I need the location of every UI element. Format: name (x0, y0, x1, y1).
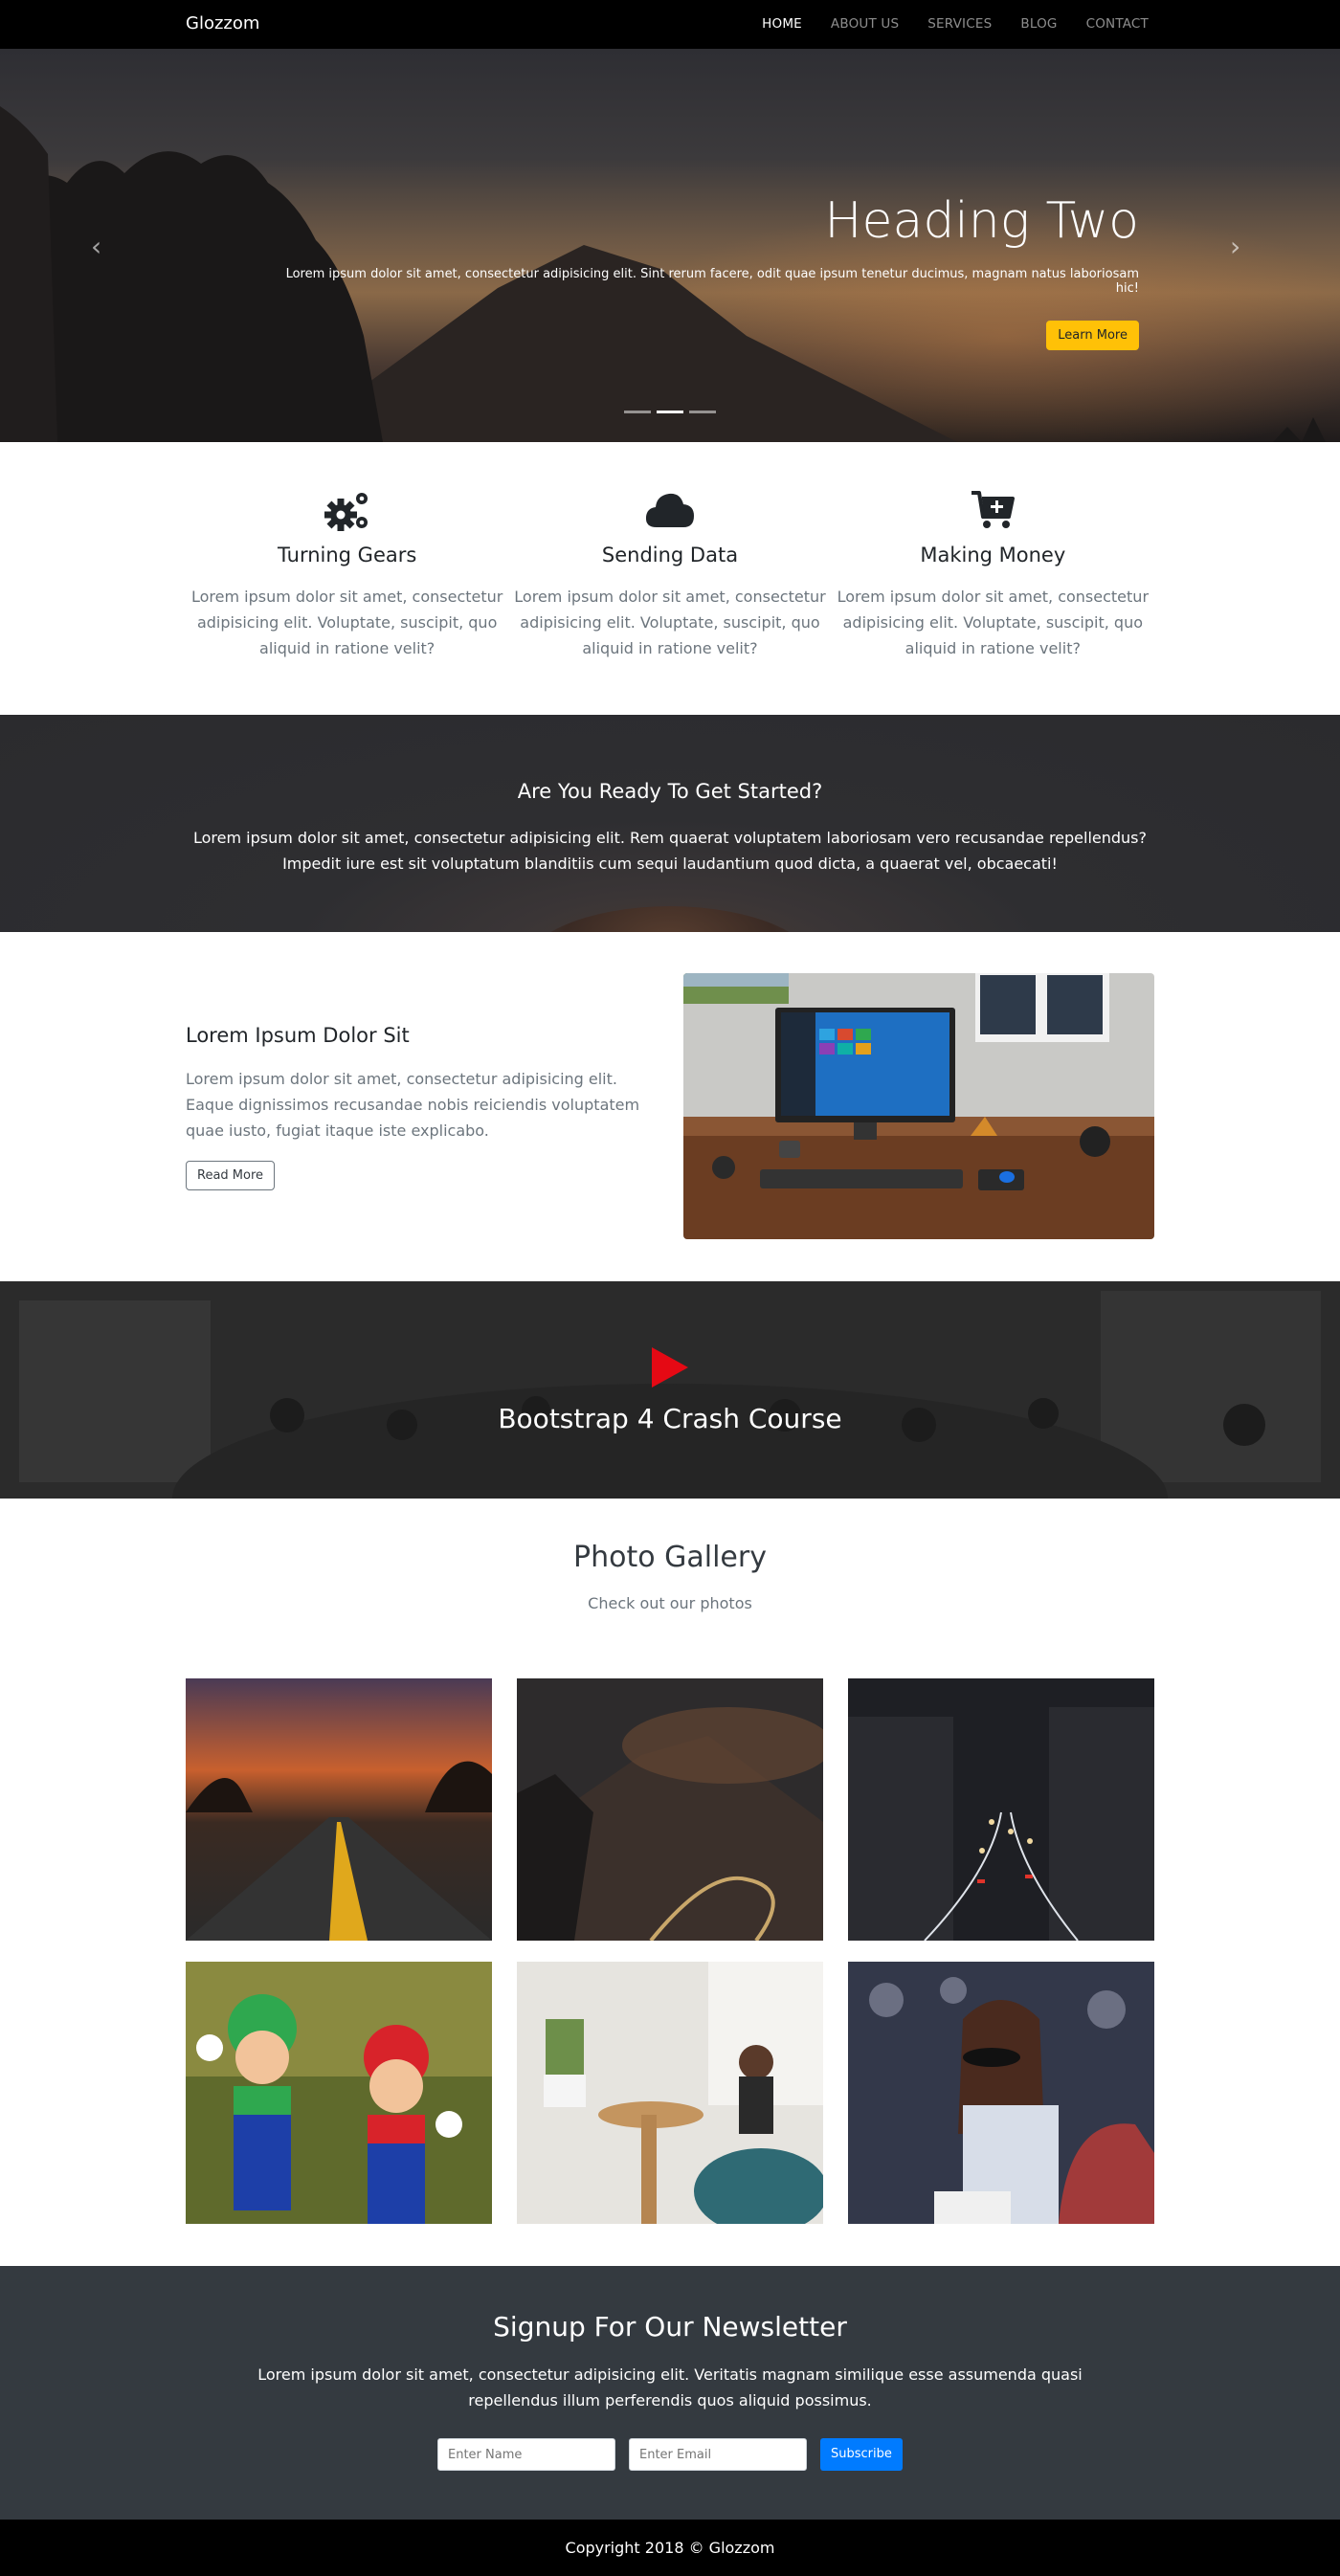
learn-more-button[interactable]: Learn More (1046, 321, 1139, 350)
gallery-photo-city-traffic[interactable] (848, 1678, 1154, 1941)
gallery-photo-woman-reading[interactable] (517, 1962, 823, 2224)
gallery-photo-mario-luigi[interactable] (186, 1962, 492, 2224)
footer: Copyright 2018 © Glozzom (0, 2520, 1340, 2576)
nav-link-contact[interactable]: CONTACT (1086, 16, 1149, 32)
info-section: Lorem Ipsum Dolor Sit Lorem ipsum dolor … (0, 932, 1340, 1281)
gallery-photo-woman-coffee[interactable] (848, 1962, 1154, 2224)
newsletter-section: Signup For Our Newsletter Lorem ipsum do… (0, 2266, 1340, 2520)
copyright-text: Copyright 2018 © Glozzom (565, 2539, 775, 2557)
carousel-prev-icon[interactable]: ‹ (91, 231, 101, 262)
hero-caption: Heading Two Lorem ipsum dolor sit amet, … (278, 192, 1139, 350)
video-section: Bootstrap 4 Crash Course (0, 1281, 1340, 1499)
get-started-section: Are You Ready To Get Started? Lorem ipsu… (0, 715, 1340, 932)
feature-text: Lorem ipsum dolor sit amet, consectetur … (190, 588, 503, 657)
nav-link-services[interactable]: SERVICES (927, 16, 992, 32)
carousel-indicators (624, 411, 716, 413)
nav-link-blog[interactable]: BLOG (1020, 16, 1057, 32)
gallery-photo-road-sunset[interactable] (186, 1678, 492, 1941)
gallery-title: Photo Gallery (573, 1541, 767, 1574)
cloud-icon (508, 488, 831, 532)
info-title: Lorem Ipsum Dolor Sit (186, 1024, 410, 1047)
cta-text: Lorem ipsum dolor sit amet, consectetur … (192, 829, 1148, 873)
read-more-button[interactable]: Read More (186, 1161, 276, 1190)
brand-logo[interactable]: Glozzom (186, 13, 259, 33)
carousel-indicator-2[interactable] (657, 411, 683, 413)
cta-background-image (519, 906, 821, 932)
nav-link-home[interactable]: HOME (762, 16, 802, 32)
feature-title: Turning Gears (278, 544, 417, 566)
name-input[interactable] (437, 2438, 615, 2471)
newsletter-form: Subscribe (437, 2438, 903, 2471)
email-input[interactable] (629, 2438, 807, 2471)
hero-text: Lorem ipsum dolor sit amet, consectetur … (285, 267, 1139, 296)
feature-text: Lorem ipsum dolor sit amet, consectetur … (514, 588, 826, 657)
video-title: Bootstrap 4 Crash Course (498, 1403, 842, 1434)
navbar: Glozzom HOME ABOUT US SERVICES BLOG CONT… (0, 0, 1340, 49)
carousel-next-icon[interactable]: › (1230, 231, 1240, 262)
play-icon[interactable] (652, 1347, 688, 1388)
newsletter-text: Lorem ipsum dolor sit amet, consectetur … (257, 2365, 1083, 2409)
info-text: Lorem ipsum dolor sit amet, consectetur … (186, 1070, 640, 1140)
gallery-photo-mountain-road[interactable] (517, 1678, 823, 1941)
feature-making-money: Making Money Lorem ipsum dolor sit amet,… (832, 488, 1154, 661)
cart-plus-icon (832, 488, 1154, 532)
feature-turning-gears: Turning Gears Lorem ipsum dolor sit amet… (186, 488, 508, 661)
cta-title: Are You Ready To Get Started? (517, 780, 823, 803)
newsletter-title: Signup For Our Newsletter (493, 2311, 847, 2343)
desk-computer-image (683, 973, 1154, 1239)
hero-heading: Heading Two (824, 192, 1139, 250)
feature-sending-data: Sending Data Lorem ipsum dolor sit amet,… (508, 488, 831, 661)
nav-links: HOME ABOUT US SERVICES BLOG CONTACT (733, 16, 1149, 32)
hero-carousel: ‹ › Heading Two Lorem ipsum dolor sit am… (0, 49, 1340, 442)
gallery-subtitle: Check out our photos (588, 1594, 752, 1612)
cogs-icon (186, 488, 508, 532)
features-section: Turning Gears Lorem ipsum dolor sit amet… (0, 442, 1340, 715)
carousel-indicator-3[interactable] (689, 411, 716, 413)
carousel-indicator-1[interactable] (624, 411, 651, 413)
video-background-image (0, 1281, 1340, 1499)
feature-title: Sending Data (601, 544, 739, 566)
photo-gallery-section: Photo Gallery Check out our photos (0, 1499, 1340, 2266)
feature-title: Making Money (920, 544, 1066, 566)
nav-link-about[interactable]: ABOUT US (831, 16, 899, 32)
feature-text: Lorem ipsum dolor sit amet, consectetur … (837, 588, 1150, 657)
subscribe-button[interactable]: Subscribe (820, 2438, 903, 2471)
